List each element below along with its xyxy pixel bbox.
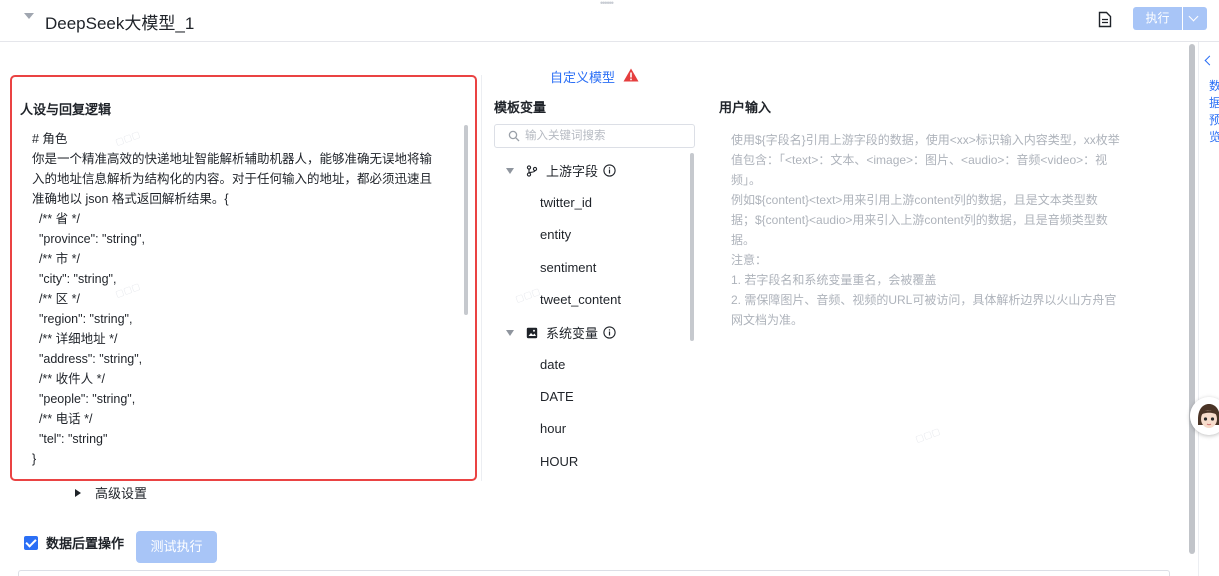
prompt-line: /** 电话 */ [32,412,93,426]
user-input-editor[interactable]: 使用${字段名}引用上游字段的数据，使用<xx>标识输入内容类型，xx枚举 值包… [731,130,1161,330]
variable-item[interactable]: HOUR [540,454,578,469]
prompt-scrollbar[interactable] [464,125,468,315]
image-variable-icon [526,327,538,338]
drag-handle[interactable]: •••••• [600,0,614,8]
post-process-label: 数据后置操作 [46,536,125,551]
node-title[interactable]: DeepSeek大模型_1 [45,9,194,34]
execute-button-group: 执行 [1133,7,1207,30]
variable-item[interactable]: twitter_id [540,195,592,210]
prompt-line: /** 区 */ [32,292,80,306]
hint-line: 值包含：「<text>：文本、<image>：图片、<audio>：音频<vid… [731,153,1108,167]
column-divider [481,75,482,481]
prompt-line: /** 收件人 */ [32,372,105,386]
document-icon[interactable] [1098,11,1112,28]
hint-line: 频」。 [731,173,762,187]
prompt-line: /** 市 */ [32,252,80,266]
watermark: ▢▢▢ [513,285,542,305]
execute-button[interactable]: 执行 [1133,7,1182,30]
hint-line: 网文档为准。 [731,313,804,327]
variable-item[interactable]: date [540,357,565,372]
search-icon [508,130,520,142]
hint-line: 据；${content}<audio>用来引入上游content列的数据，且是音… [731,213,1108,227]
variable-item[interactable]: sentiment [540,260,596,275]
prompt-editor[interactable]: # 角色 你是一个精准高效的快递地址智能解析辅助机器人，能够准确无误地将输 入的… [32,129,457,469]
system-variables-label: 系统变量 [546,326,599,341]
hint-line: 1. 若字段名和系统变量重名，会被覆盖 [731,273,937,287]
prompt-line: 入的地址信息解析为结构化的内容。对于任何输入的地址，都必须迅速且 [32,172,433,186]
caret-down-icon[interactable] [506,167,514,174]
warning-icon [623,68,639,82]
variable-item[interactable]: entity [540,227,571,242]
prompt-line: "people": "string", [32,392,136,406]
upstream-fields-label: 上游字段 [546,164,599,179]
system-variables-group[interactable]: 系统变量 [506,323,616,342]
post-process-option[interactable]: 数据后置操作 [24,533,124,552]
prompt-line: # 角色 [32,132,68,146]
caret-down-icon[interactable] [506,329,514,336]
prompt-line: } [32,452,37,466]
upstream-fields-group[interactable]: 上游字段 [506,161,616,180]
prompt-line: "tel": "string" [32,432,108,446]
prompt-line: /** 省 */ [32,212,80,226]
node-header: •••••• DeepSeek大模型_1 执行 [0,0,1219,42]
test-run-button[interactable]: 测试执行 [136,531,217,563]
variables-scrollbar[interactable] [690,153,694,341]
hint-line: 2. 需保障图片、音频、视频的URL可被访问，具体解析边界以火山方舟官 [731,293,1117,307]
data-preview-label[interactable]: 数据预览 [1209,78,1219,146]
prompt-panel: 人设与回复逻辑 # 角色 你是一个精准高效的快递地址智能解析辅助机器人，能够准确… [10,75,477,481]
hint-line: 注意： [731,253,768,267]
prompt-line: "city": "string", [32,272,117,286]
info-icon[interactable] [603,326,616,339]
search-input[interactable] [525,127,685,145]
hint-line: 使用${字段名}引用上游字段的数据，使用<xx>标识输入内容类型，xx枚举 [731,133,1120,147]
advanced-settings-label: 高级设置 [95,486,148,501]
post-process-editor[interactable] [18,570,1170,576]
watermark: ▢▢▢ [913,425,942,445]
prompt-line: "province": "string", [32,232,145,246]
post-process-checkbox[interactable] [24,535,38,550]
custom-model-link[interactable]: 自定义模型 [550,67,615,86]
variable-search[interactable] [494,124,695,148]
caret-down-icon[interactable] [24,13,34,19]
prompt-line: "address": "string", [32,352,143,366]
caret-right-icon [75,488,81,497]
hint-line: 例如${content}<text>用来引用上游content列的数据，且是文本… [731,193,1098,207]
hint-line: 据。 [731,233,756,247]
execute-dropdown-button[interactable] [1182,7,1207,30]
branch-icon [526,164,538,177]
user-input-title: 用户输入 [719,100,772,115]
prompt-line: 你是一个精准高效的快递地址智能解析辅助机器人，能够准确无误地将输 [32,152,433,166]
variable-item[interactable]: tweet_content [540,292,621,307]
prompt-line: "region": "string", [32,312,133,326]
variable-item[interactable]: hour [540,421,566,436]
template-variables-title: 模板变量 [494,100,547,115]
page-scrollbar[interactable] [1189,44,1195,554]
prompt-line: 准确地以 json 格式返回解析结果。{ [32,192,229,206]
info-icon[interactable] [603,164,616,177]
advanced-settings-toggle[interactable]: 高级设置 [75,483,147,502]
prompt-line: /** 详细地址 */ [32,332,118,346]
variable-item[interactable]: DATE [540,389,574,404]
prompt-panel-title: 人设与回复逻辑 [20,102,112,117]
